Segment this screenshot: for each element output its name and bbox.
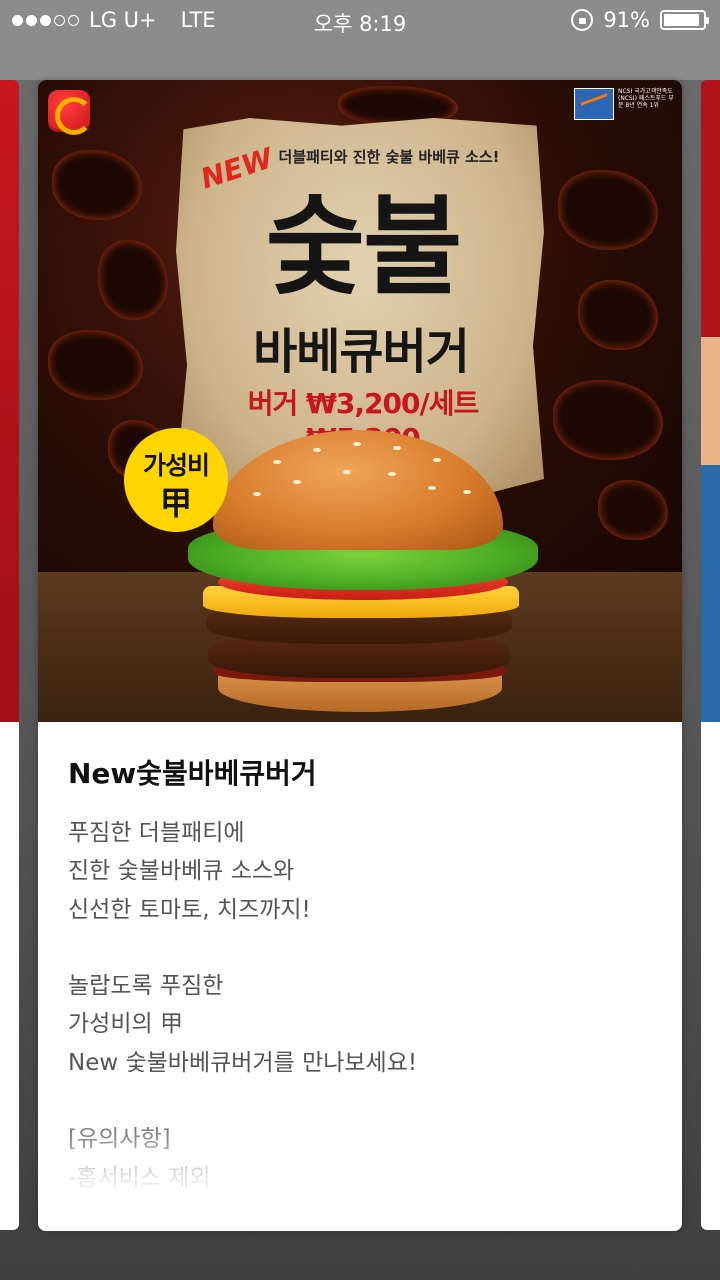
description-line: 놀랍도록 푸짐한 xyxy=(68,973,224,1000)
next-card-body xyxy=(701,722,720,1230)
notice-header: [유의사항] xyxy=(68,1126,171,1153)
previous-card[interactable] xyxy=(0,80,19,1230)
value-badge: 가성비 甲 xyxy=(124,428,228,532)
promo-hero-image: NCSI 국가고객만족도(NCSI) 패스트푸드 부문 8년 연속 1위 더블패… xyxy=(38,80,682,722)
next-card[interactable] xyxy=(701,80,720,1230)
value-badge-line1: 가성비 xyxy=(142,451,210,480)
battery-percent: 91% xyxy=(603,8,650,32)
promo-card[interactable]: NCSI 국가고객만족도(NCSI) 패스트푸드 부문 8년 연속 1위 더블패… xyxy=(38,80,682,1231)
rotation-lock-icon xyxy=(571,9,594,31)
promo-title: New숯불바베큐버거 xyxy=(68,757,317,790)
clock: 오후 8:19 xyxy=(313,12,407,36)
description-line: 신선한 토마토, 치즈까지! xyxy=(68,896,311,923)
description-line: New 숯불바베큐버거를 만나보세요! xyxy=(68,1049,418,1076)
ncsi-award-badge: NCSI 국가고객만족도(NCSI) 패스트푸드 부문 8년 연속 1위 xyxy=(574,88,674,122)
promo-body: New숯불바베큐버거 푸짐한 더블패티에 진한 숯불바베큐 소스와 신선한 토마… xyxy=(38,722,682,1231)
battery-icon xyxy=(660,10,709,30)
status-bar: LG U+ LTE 오후 8:19 91% xyxy=(0,0,720,40)
description-line: 가성비의 甲 xyxy=(68,1011,183,1038)
description-line: 푸짐한 더블패티에 xyxy=(68,820,245,846)
lotteria-logo xyxy=(48,90,93,135)
value-badge-line2: 甲 xyxy=(159,484,192,522)
description-line: 진한 숯불바베큐 소스와 xyxy=(68,858,295,885)
next-card-image xyxy=(701,80,720,722)
promo-description: 푸짐한 더블패티에 진한 숯불바베큐 소스와 신선한 토마토, 치즈까지! 놀랍… xyxy=(68,814,658,1197)
hero-title: 숯불 xyxy=(265,185,463,310)
previous-card-body xyxy=(0,722,19,1230)
previous-card-image xyxy=(0,80,19,722)
hero-title-sub: 바베큐버거 xyxy=(253,324,470,380)
notice-item: -홈서비스 제외 xyxy=(68,1164,211,1191)
